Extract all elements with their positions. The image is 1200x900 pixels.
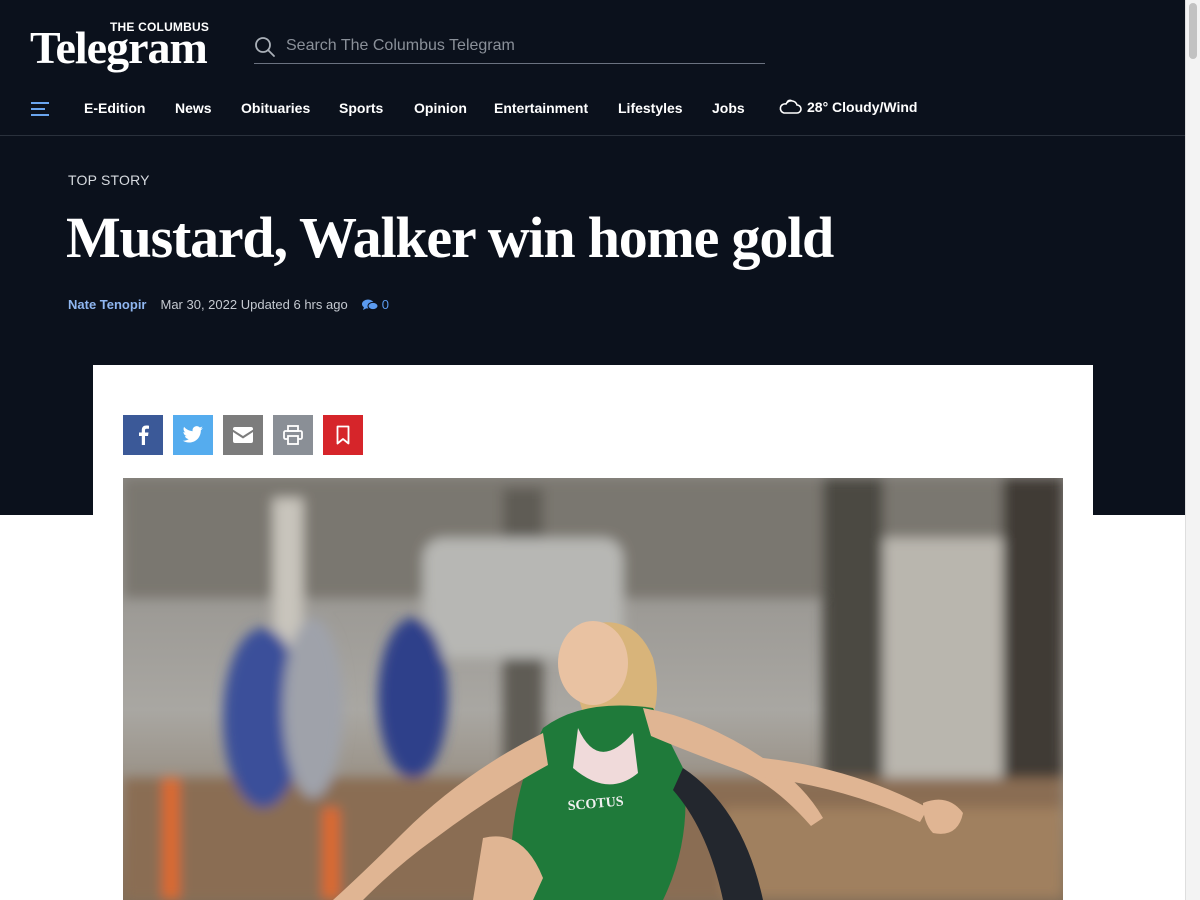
comment-count-link[interactable]: 0 — [361, 297, 389, 312]
twitter-icon — [182, 426, 203, 443]
scrollbar-thumb[interactable] — [1189, 3, 1197, 59]
nav-item-obituaries[interactable]: Obituaries — [241, 100, 310, 116]
article-headline: Mustard, Walker win home gold — [66, 205, 834, 270]
nav-item-lifestyles[interactable]: Lifestyles — [618, 100, 683, 116]
print-icon — [283, 425, 303, 445]
comments-icon — [361, 299, 378, 310]
bookmark-icon — [336, 425, 350, 445]
nav-item-jobs[interactable]: Jobs — [712, 100, 745, 116]
share-facebook-button[interactable] — [123, 415, 163, 455]
main-nav: E-Edition News Obituaries Sports Opinion… — [0, 84, 1185, 136]
share-toolbar — [123, 415, 373, 455]
search-input[interactable] — [286, 34, 756, 58]
facebook-icon — [139, 425, 149, 445]
bookmark-button[interactable] — [323, 415, 363, 455]
byline: Nate Tenopir Mar 30, 2022 Updated 6 hrs … — [68, 297, 389, 312]
weather-widget[interactable]: 28° Cloudy/Wind — [778, 97, 917, 117]
publish-date: Mar 30, 2022 Updated 6 hrs ago — [160, 297, 348, 312]
nav-item-entertainment[interactable]: Entertainment — [494, 100, 588, 116]
nav-item-news[interactable]: News — [175, 100, 212, 116]
site-logo[interactable]: THE COLUMBUS Telegram — [30, 18, 226, 76]
article-card: SCOTUS — [93, 365, 1093, 900]
nav-item-opinion[interactable]: Opinion — [414, 100, 467, 116]
hurdler-photo-illustration: SCOTUS — [123, 478, 1063, 900]
cloud-wind-icon — [779, 99, 802, 114]
share-twitter-button[interactable] — [173, 415, 213, 455]
print-button[interactable] — [273, 415, 313, 455]
share-email-button[interactable] — [223, 415, 263, 455]
search-bar[interactable] — [254, 30, 765, 64]
hamburger-icon[interactable] — [30, 99, 50, 119]
weather-text: 28° Cloudy/Wind — [807, 99, 918, 115]
email-icon — [233, 427, 253, 443]
article-kicker[interactable]: TOP STORY — [68, 172, 150, 188]
nav-item-e-edition[interactable]: E-Edition — [84, 100, 145, 116]
comment-count: 0 — [381, 297, 389, 312]
article-lead-photo[interactable]: SCOTUS — [123, 478, 1063, 900]
logo-text: Telegram — [30, 22, 208, 73]
nav-item-sports[interactable]: Sports — [339, 100, 383, 116]
page-scrollbar[interactable] — [1185, 0, 1200, 900]
search-icon[interactable] — [254, 36, 276, 58]
author-link[interactable]: Nate Tenopir — [68, 297, 147, 312]
